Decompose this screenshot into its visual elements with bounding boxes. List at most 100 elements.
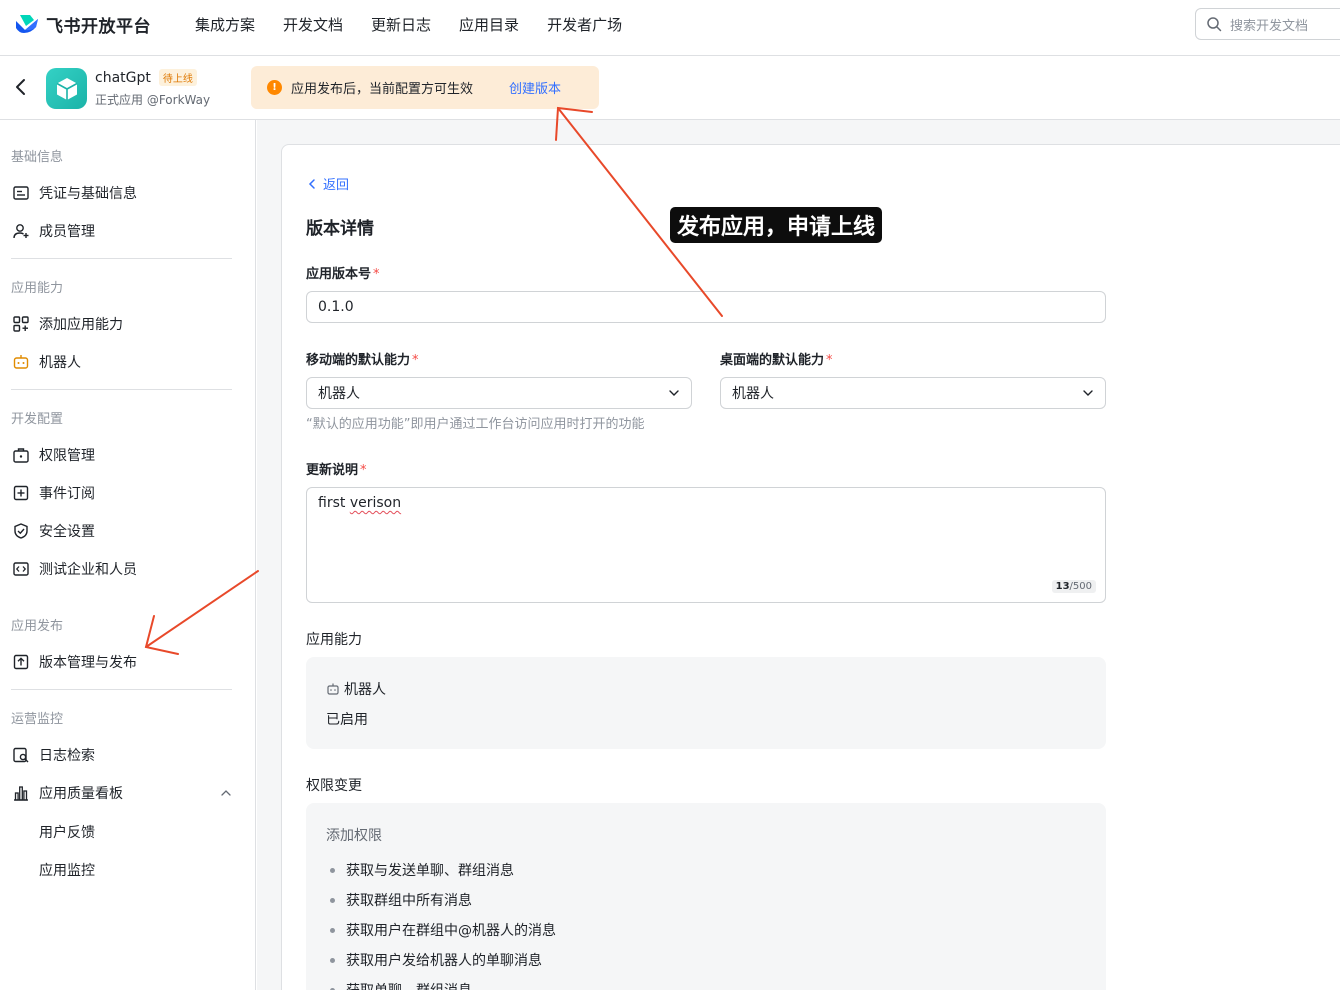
code-box-icon	[11, 559, 31, 579]
misspelled-word: verison	[349, 495, 402, 511]
briefcase-icon	[11, 445, 31, 465]
sidebar-item-app-monitor[interactable]: 应用监控	[39, 860, 95, 880]
sidebar-item-label: 安全设置	[39, 524, 95, 540]
sidebar-divider	[11, 389, 232, 390]
permissions-section-title: 权限变更	[306, 778, 362, 794]
permissions-group-title: 添加权限	[326, 828, 382, 844]
publish-notice: ! 应用发布后，当前配置方可生效 创建版本	[251, 66, 599, 109]
nav-link-changelog[interactable]: 更新日志	[371, 14, 431, 35]
bar-chart-icon	[11, 783, 31, 803]
desktop-default-select[interactable]: 机器人	[720, 377, 1106, 409]
status-badge: 待上线	[158, 69, 197, 86]
notice-message: 应用发布后，当前配置方可生效	[291, 82, 474, 97]
required-mark: *	[373, 267, 380, 282]
nav-link-app-directory[interactable]: 应用目录	[459, 14, 519, 35]
mobile-default-select[interactable]: 机器人	[306, 377, 692, 409]
cube-icon	[56, 77, 77, 100]
sidebar-item-label: 版本管理与发布	[39, 655, 137, 671]
update-notes-textarea[interactable]: first verison 13/500	[306, 487, 1106, 603]
sidebar-item-security[interactable]: 安全设置	[11, 519, 95, 543]
log-search-icon	[11, 745, 31, 765]
sidebar-item-label: 权限管理	[39, 448, 95, 464]
sidebar-item-bot[interactable]: 机器人	[11, 350, 81, 374]
required-mark: *	[412, 353, 419, 368]
sidebar-section-ops: 运营监控	[11, 712, 64, 727]
sidebar-item-label: 应用质量看板	[39, 786, 123, 802]
upload-icon	[11, 652, 31, 672]
sidebar-item-label: 成员管理	[39, 224, 95, 240]
required-mark: *	[826, 353, 833, 368]
sidebar-item-log-search[interactable]: 日志检索	[11, 743, 95, 767]
sidebar-item-label: 日志检索	[39, 748, 95, 764]
nav-link-dev-plaza[interactable]: 开发者广场	[547, 14, 622, 35]
update-notes-text: first verison	[318, 495, 401, 511]
update-notes-label: 更新说明 *	[306, 459, 367, 478]
list-item: 获取群组中所有消息	[330, 885, 556, 915]
update-notes-label-text: 更新说明	[306, 463, 359, 478]
shield-icon	[11, 521, 31, 541]
sidebar-item-version-mgmt[interactable]: 版本管理与发布	[11, 650, 137, 674]
back-chevron-icon[interactable]	[12, 78, 30, 96]
sidebar-item-permissions[interactable]: 权限管理	[11, 443, 95, 467]
back-link[interactable]: 返回	[306, 174, 349, 193]
sidebar-item-quality-board[interactable]: 应用质量看板	[11, 781, 123, 805]
sidebar-section-publish: 应用发布	[11, 619, 64, 634]
mobile-default-label-text: 移动端的默认能力	[306, 353, 411, 368]
char-counter-current: 13	[1055, 581, 1070, 592]
app-header: chatGpt 待上线 正式应用 @ForkWay ! 应用发布后，当前配置方可…	[0, 56, 1340, 120]
sidebar-item-events[interactable]: 事件订阅	[11, 481, 95, 505]
char-counter: 13/500	[1051, 580, 1096, 593]
sidebar-section-basic: 基础信息	[11, 150, 64, 165]
robot-icon	[11, 352, 31, 372]
feishu-logo-icon	[16, 15, 38, 33]
list-item: 获取与发送单聊、群组消息	[330, 855, 556, 885]
search-input[interactable]: 搜索开发文档	[1195, 8, 1340, 40]
sidebar-section-capability: 应用能力	[11, 281, 64, 296]
list-item: 获取单聊、群组消息	[330, 975, 556, 990]
capability-status: 已启用	[326, 712, 368, 728]
mobile-default-value: 机器人	[318, 386, 360, 402]
list-item: 获取用户发给机器人的单聊消息	[330, 945, 556, 975]
capability-bot: 机器人	[326, 679, 386, 699]
update-notes-word: first	[318, 495, 346, 511]
sidebar-divider	[11, 258, 232, 259]
sidebar-divider	[11, 689, 232, 690]
mobile-default-label: 移动端的默认能力 *	[306, 349, 419, 368]
sidebar-item-members[interactable]: 成员管理	[11, 219, 95, 243]
sidebar-item-label: 事件订阅	[39, 486, 95, 502]
grid-add-icon	[11, 314, 31, 334]
warning-icon: !	[267, 80, 282, 95]
chevron-down-icon	[1083, 390, 1093, 396]
permissions-list: 获取与发送单聊、群组消息 获取群组中所有消息 获取用户在群组中@机器人的消息 获…	[330, 855, 556, 990]
back-link-label: 返回	[323, 178, 350, 193]
permissions-box: 添加权限 获取与发送单聊、群组消息 获取群组中所有消息 获取用户在群组中@机器人…	[306, 803, 1106, 990]
search-placeholder: 搜索开发文档	[1230, 18, 1309, 34]
sidebar-item-add-capability[interactable]: 添加应用能力	[11, 312, 123, 336]
version-number-label-text: 应用版本号	[306, 267, 372, 282]
user-add-icon	[11, 221, 31, 241]
create-version-link[interactable]: 创建版本	[509, 78, 561, 97]
brand-logo[interactable]: 飞书开放平台	[14, 12, 151, 37]
robot-icon	[327, 683, 339, 695]
default-capability-hint: “默认的应用功能”即用户通过工作台访问应用时打开的功能	[306, 417, 645, 432]
id-card-icon	[11, 183, 31, 203]
app-avatar	[46, 68, 87, 109]
capabilities-box: 机器人 已启用	[306, 657, 1106, 749]
sidebar-item-label: 凭证与基础信息	[39, 186, 137, 202]
app-subtitle: 正式应用 @ForkWay	[95, 93, 211, 107]
nav-link-docs[interactable]: 开发文档	[283, 14, 343, 35]
desktop-default-label-text: 桌面端的默认能力	[720, 353, 825, 368]
chevron-left-icon	[308, 178, 315, 189]
sidebar-item-test-org[interactable]: 测试企业和人员	[11, 557, 137, 581]
version-number-input[interactable]	[306, 291, 1106, 323]
chevron-up-icon[interactable]	[220, 787, 232, 799]
sidebar-item-credentials[interactable]: 凭证与基础信息	[11, 181, 137, 205]
topnav-links: 集成方案 开发文档 更新日志 应用目录 开发者广场	[195, 0, 650, 48]
chevron-down-icon	[669, 390, 679, 396]
nav-link-solutions[interactable]: 集成方案	[195, 14, 255, 35]
version-number-label: 应用版本号 *	[306, 263, 380, 282]
sidebar-item-label: 机器人	[39, 355, 81, 371]
sidebar-item-user-feedback[interactable]: 用户反馈	[39, 822, 95, 842]
list-item: 获取用户在群组中@机器人的消息	[330, 915, 556, 945]
desktop-default-label: 桌面端的默认能力 *	[720, 349, 833, 368]
